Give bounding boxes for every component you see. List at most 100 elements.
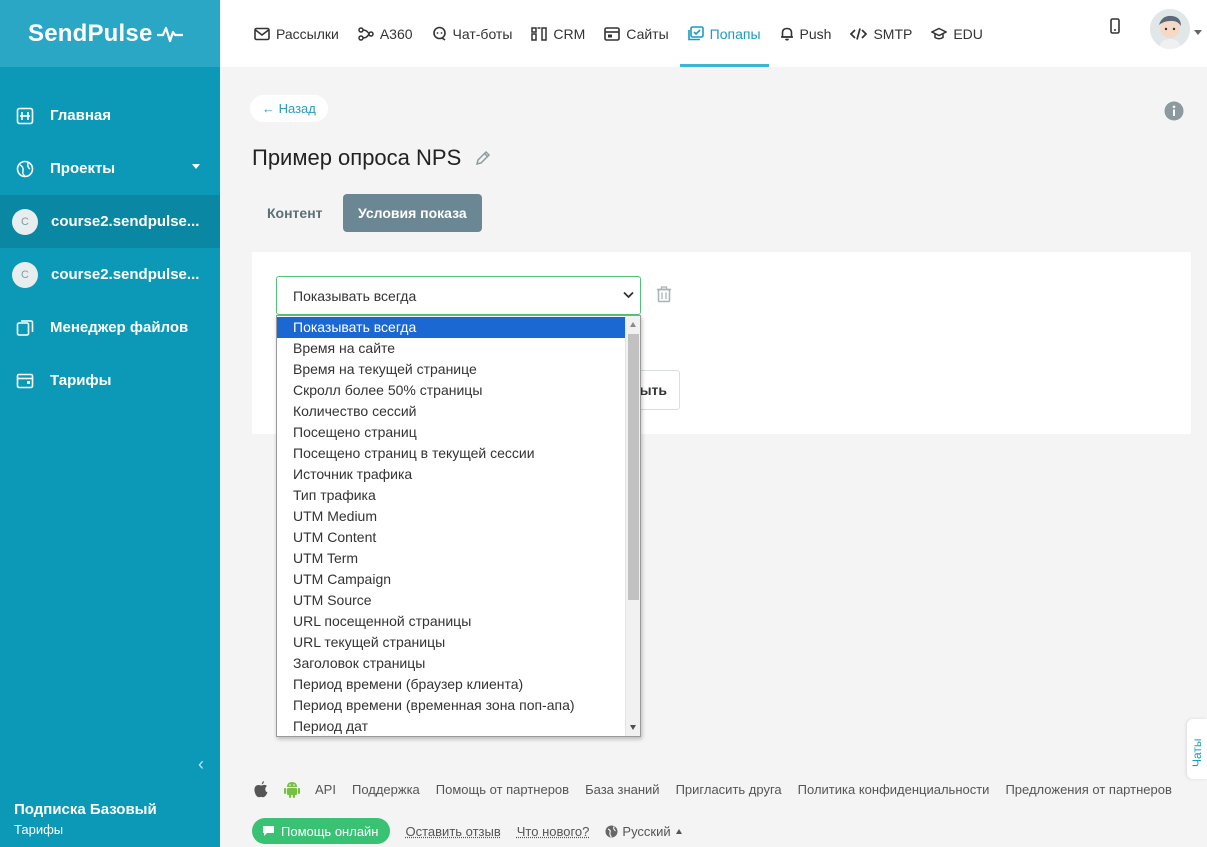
footer-link-privacy[interactable]: Политика конфиденциальности: [798, 782, 990, 797]
dropdown-option[interactable]: Посещено страниц в текущей сессии: [277, 443, 626, 464]
sidebar-item-label: course2.sendpulse...: [51, 213, 200, 230]
project-avatar: C: [12, 261, 38, 288]
footer-link-knowledge-base[interactable]: База знаний: [585, 782, 660, 797]
dropdown-option[interactable]: Источник трафика: [277, 464, 626, 485]
topnav-item-smtp[interactable]: SMTP: [850, 0, 912, 67]
graduation-icon: [931, 27, 948, 39]
trash-icon[interactable]: [656, 286, 672, 303]
topnav-label: Сайты: [626, 25, 669, 42]
dropdown-option[interactable]: URL посещенной страницы: [277, 611, 626, 632]
dropdown-option[interactable]: Период времени (временная зона поп-апа): [277, 695, 626, 716]
dashboard-icon: [15, 106, 35, 126]
topnav-item-popups[interactable]: Попапы: [679, 0, 769, 67]
dropdown-option[interactable]: UTM Term: [277, 548, 626, 569]
sidebar-item-project-2[interactable]: C course2.sendpulse...: [0, 248, 220, 301]
topnav-label: Рассылки: [276, 25, 339, 42]
chevron-down-icon[interactable]: [1194, 30, 1202, 35]
dropdown-option[interactable]: UTM Source: [277, 590, 626, 611]
globe-icon: [605, 825, 618, 837]
popup-icon: [687, 26, 704, 41]
dropdown-option[interactable]: Скролл более 50% страницы: [277, 380, 626, 401]
chat-icon: [432, 26, 446, 41]
chevron-down-icon: [623, 291, 634, 299]
online-help-button[interactable]: Помощь онлайн: [252, 818, 390, 844]
dropdown-option[interactable]: UTM Campaign: [277, 569, 626, 590]
sidebar-item-label: Тарифы: [50, 372, 112, 389]
collapse-sidebar-icon[interactable]: ‹: [198, 754, 204, 775]
footer-link-api[interactable]: API: [315, 782, 336, 797]
whats-new-link[interactable]: Что нового?: [517, 824, 590, 839]
sidebar-item-label: Главная: [50, 107, 112, 124]
dropdown-option[interactable]: Показывать всегда: [277, 317, 626, 338]
mobile-icon[interactable]: [1110, 18, 1120, 34]
condition-select[interactable]: Показывать всегда: [276, 276, 641, 315]
dropdown-option[interactable]: Время на текущей странице: [277, 359, 626, 380]
globe-icon: [15, 159, 35, 179]
apple-icon[interactable]: [253, 780, 269, 798]
project-avatar: C: [12, 208, 38, 235]
language-selector[interactable]: Русский: [605, 823, 682, 839]
sidebar-item-projects[interactable]: Проекты: [0, 142, 220, 195]
dropdown-option[interactable]: Количество сессий: [277, 401, 626, 422]
code-icon: [850, 27, 868, 40]
dropdown-option[interactable]: Заголовок страницы: [277, 653, 626, 674]
android-icon[interactable]: [283, 779, 301, 799]
topnav-item-sites[interactable]: Сайты: [604, 0, 669, 67]
topnav-item-push[interactable]: Push: [780, 0, 831, 67]
dropdown-option[interactable]: Время на сайте: [277, 338, 626, 359]
footer-bottom: Помощь онлайн Оставить отзыв Что нового?…: [252, 818, 682, 844]
dropdown-option[interactable]: Период времени (браузер клиента): [277, 674, 626, 695]
logo[interactable]: SendPulse: [0, 0, 220, 67]
topnav-label: EDU: [953, 25, 983, 42]
topnav-label: A360: [379, 25, 413, 42]
topnav-item-crm[interactable]: CRM: [531, 0, 585, 67]
topnav-label: Чат-боты: [452, 25, 513, 42]
user-avatar[interactable]: [1150, 9, 1190, 49]
language-label: Русский: [622, 823, 671, 839]
subscription-box: Подписка Базовый Тарифы: [14, 801, 157, 837]
pulse-icon: [156, 26, 183, 42]
page-title-text: Пример опроса NPS: [252, 145, 462, 170]
subscription-title: Подписка Базовый: [14, 801, 157, 818]
page-title: Пример опроса NPS: [252, 145, 491, 171]
sidebar-item-files[interactable]: Менеджер файлов: [0, 301, 220, 354]
sidebar-item-tariffs[interactable]: Тарифы: [0, 354, 220, 407]
scroll-up-icon[interactable]: [630, 322, 636, 327]
info-icon[interactable]: [1164, 101, 1184, 121]
sidebar: SendPulse Главная Проекты C course2.send…: [0, 0, 220, 847]
topnav-item-chatbots[interactable]: Чат-боты: [432, 0, 513, 67]
tab-display-conditions[interactable]: Условия показа: [343, 194, 482, 232]
scroll-down-icon[interactable]: [630, 725, 636, 730]
chats-side-tab[interactable]: Чаты: [1187, 719, 1207, 779]
dropdown-option[interactable]: Период дат: [277, 716, 626, 736]
crm-icon: [531, 26, 548, 41]
dropdown-option[interactable]: UTM Medium: [277, 506, 626, 527]
dropdown-option[interactable]: URL текущей страницы: [277, 632, 626, 653]
dropdown-option[interactable]: Тип трафика: [277, 485, 626, 506]
site-icon: [604, 26, 621, 41]
chat-bubble-icon: [263, 826, 274, 836]
leave-feedback-link[interactable]: Оставить отзыв: [406, 824, 501, 839]
tariffs-link[interactable]: Тарифы: [14, 822, 157, 837]
chevron-down-icon[interactable]: [192, 164, 200, 169]
topnav-item-a360[interactable]: A360: [358, 0, 413, 67]
dropdown-option[interactable]: Посещено страниц: [277, 422, 626, 443]
back-button[interactable]: ← Назад: [250, 95, 328, 122]
chevron-up-icon: [675, 828, 682, 834]
online-help-label: Помощь онлайн: [281, 823, 379, 839]
topnav-item-edu[interactable]: EDU: [931, 0, 983, 67]
footer-link-partners-help[interactable]: Помощь от партнеров: [436, 782, 569, 797]
tab-content[interactable]: Контент: [252, 194, 338, 232]
footer-link-invite[interactable]: Пригласить друга: [676, 782, 782, 797]
condition-select-value: Показывать всегда: [293, 287, 417, 304]
pencil-icon[interactable]: [475, 150, 491, 166]
logo-text: SendPulse: [28, 19, 153, 47]
footer-link-partner-offers[interactable]: Предложения от партнеров: [1005, 782, 1171, 797]
footer-link-support[interactable]: Поддержка: [352, 782, 420, 797]
sidebar-item-project-1[interactable]: C course2.sendpulse...: [0, 195, 220, 248]
dropdown-option[interactable]: UTM Content: [277, 527, 626, 548]
scrollbar-thumb[interactable]: [628, 334, 639, 600]
topnav-item-campaigns[interactable]: Рассылки: [254, 0, 339, 67]
dropdown-scrollbar[interactable]: [625, 316, 640, 736]
sidebar-item-home[interactable]: Главная: [0, 89, 220, 142]
